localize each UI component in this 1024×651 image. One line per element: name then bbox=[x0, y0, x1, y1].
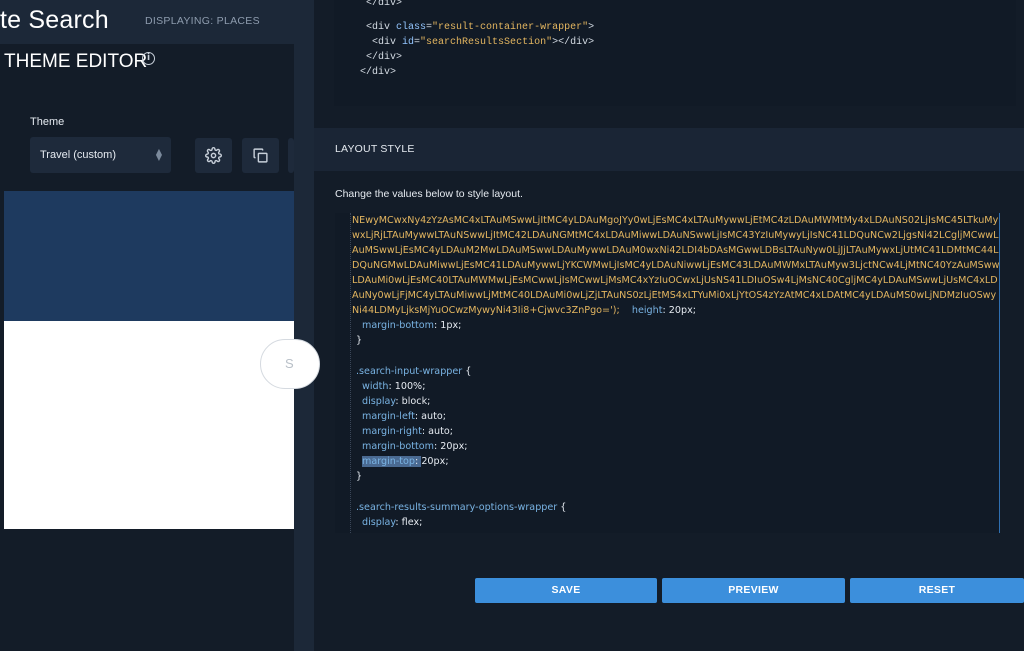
code-line-selected: margin-top: 20px; bbox=[362, 456, 449, 467]
preview-body bbox=[4, 321, 294, 529]
code-line: } bbox=[356, 335, 363, 346]
code-line: NEwyMCwxNy4zYzAsMC4xLTAuMSwwLjItMC4yLDAu… bbox=[352, 215, 999, 226]
code-line: </div> bbox=[366, 0, 403, 9]
section-description: Change the values below to style layout. bbox=[335, 188, 523, 200]
code-line: display: block; bbox=[362, 396, 431, 407]
reset-button[interactable]: RESET bbox=[850, 578, 1024, 603]
code-line: margin-bottom: 1px; bbox=[362, 320, 462, 331]
theme-select[interactable]: Travel (custom) ▲ ▼ bbox=[30, 137, 171, 173]
preview-button[interactable]: PREVIEW bbox=[662, 578, 845, 603]
code-line: width: 100%; bbox=[362, 381, 426, 392]
code-line: margin-left: auto; bbox=[362, 411, 446, 422]
column-divider bbox=[294, 0, 314, 651]
theme-label: Theme bbox=[30, 116, 65, 128]
css-code-editor[interactable]: NEwyMCwxNy4zYzAsMC4xLTAuMSwwLjItMC4yLDAu… bbox=[335, 213, 1000, 533]
code-line: margin-right: auto; bbox=[362, 426, 453, 437]
code-line: DQuNGMwLDAuMiwwLjEsMC41LDAuMywwLjYKCWMwL… bbox=[352, 260, 1000, 271]
layout-style-header bbox=[314, 128, 1024, 171]
page-title: THEME EDITOR bbox=[4, 51, 148, 72]
displaying-label: DISPLAYING: PLACES bbox=[145, 15, 260, 27]
code-line: margin-bottom: 20px; bbox=[362, 441, 468, 452]
preview-search-letter: S bbox=[285, 356, 294, 371]
settings-button[interactable] bbox=[195, 138, 232, 173]
code-line: LDAuMi0wLjEsMC40LTAuMWMwLjEsMCwwLjIsMCww… bbox=[352, 275, 998, 286]
code-line: <div class="result-container-wrapper"> bbox=[366, 22, 595, 33]
code-line: display: flex; bbox=[362, 517, 423, 528]
code-line: } bbox=[356, 471, 363, 482]
code-line: wxLjRjLTAuMywwLTAuNSwwLjItMC42LDAuNGMtMC… bbox=[352, 230, 1000, 241]
code-line: </div> bbox=[366, 52, 403, 63]
section-title: LAYOUT STYLE bbox=[335, 143, 415, 155]
html-code-editor[interactable]: </div> <div class="result-container-wrap… bbox=[334, 0, 1016, 106]
preview-header bbox=[4, 191, 294, 321]
info-icon[interactable]: i bbox=[142, 52, 155, 65]
code-line: Ni44LDMyLjksMjYuOCwzMywyNi43Ii8+Cjwvc3Zn… bbox=[352, 305, 697, 316]
code-line: .search-results-summary-options-wrapper … bbox=[356, 502, 567, 513]
code-line: <div id="searchResultsSection"></div> bbox=[372, 37, 595, 48]
more-button-partial[interactable] bbox=[288, 138, 294, 173]
indent-guide bbox=[350, 213, 351, 533]
duplicate-button[interactable] bbox=[242, 138, 279, 173]
chevron-updown-icon: ▲ ▼ bbox=[155, 147, 162, 162]
copy-icon bbox=[253, 148, 268, 163]
app-title: te Search bbox=[0, 6, 109, 34]
theme-select-value: Travel (custom) bbox=[40, 149, 116, 161]
code-line: </div> bbox=[360, 67, 397, 78]
code-line: AuMSwwLjEsMC4yLDAuM2MwLDAuMSwwLDAuMywwLD… bbox=[352, 245, 999, 256]
code-line: AuNy0wLjFjMC4yLTAuMiwwLjMtMC40LDAuMi0wLj… bbox=[352, 290, 997, 301]
code-line: .search-input-wrapper { bbox=[356, 366, 472, 377]
save-button[interactable]: SAVE bbox=[475, 578, 657, 603]
gear-icon bbox=[205, 147, 222, 164]
